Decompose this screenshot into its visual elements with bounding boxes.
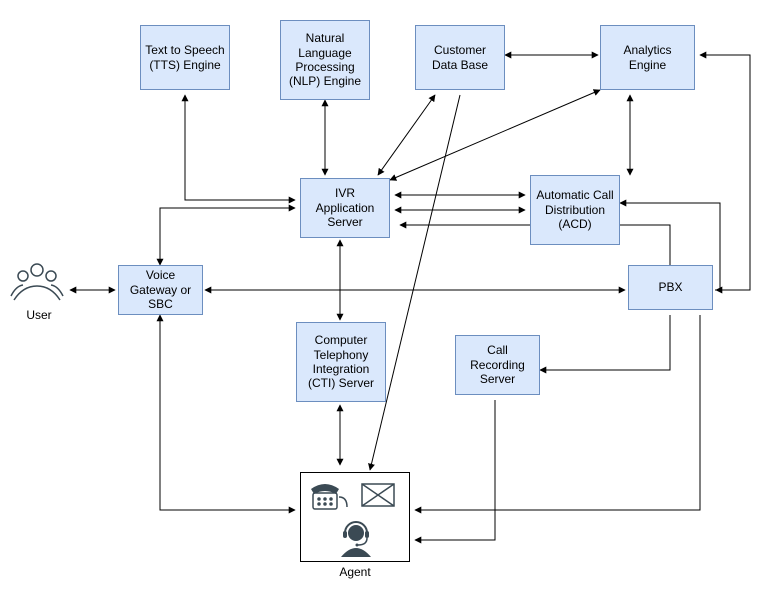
node-ivr: IVR Application Server	[300, 178, 390, 238]
node-pbx: PBX	[628, 265, 713, 310]
node-pbx-label: PBX	[658, 280, 682, 294]
node-nlp-label: Natural Language Processing (NLP) Engine	[285, 31, 365, 89]
node-voice-gateway: Voice Gateway or SBC	[118, 265, 203, 315]
telephone-icon	[309, 479, 349, 513]
node-acd-label: Automatic Call Distribution (ACD)	[535, 188, 615, 231]
node-ivr-label: IVR Application Server	[305, 186, 385, 229]
node-analytics-label: Analytics Engine	[605, 43, 690, 72]
node-agent	[300, 472, 410, 562]
headset-agent-icon	[336, 519, 376, 559]
node-acd: Automatic Call Distribution (ACD)	[530, 175, 620, 245]
node-tts-label: Text to Speech (TTS) Engine	[145, 43, 225, 72]
node-voice-gateway-label: Voice Gateway or SBC	[123, 268, 198, 311]
node-analytics: Analytics Engine	[600, 25, 695, 90]
node-call-recording-label: Call Recording Server	[460, 343, 535, 386]
node-cti: Computer Telephony Integration (CTI) Ser…	[296, 322, 386, 402]
node-tts: Text to Speech (TTS) Engine	[140, 25, 230, 90]
node-customer-db-label: Customer Data Base	[420, 43, 500, 72]
node-nlp: Natural Language Processing (NLP) Engine	[280, 20, 370, 100]
user-icon	[10, 260, 65, 305]
agent-label: Agent	[300, 565, 410, 579]
node-cti-label: Computer Telephony Integration (CTI) Ser…	[301, 333, 381, 391]
envelope-icon	[361, 483, 395, 507]
node-call-recording: Call Recording Server	[455, 335, 540, 395]
node-customer-db: Customer Data Base	[415, 25, 505, 90]
user-label: User	[14, 308, 64, 322]
diagram-canvas: User Text to Speech (TTS) Engine Natural…	[0, 0, 770, 609]
